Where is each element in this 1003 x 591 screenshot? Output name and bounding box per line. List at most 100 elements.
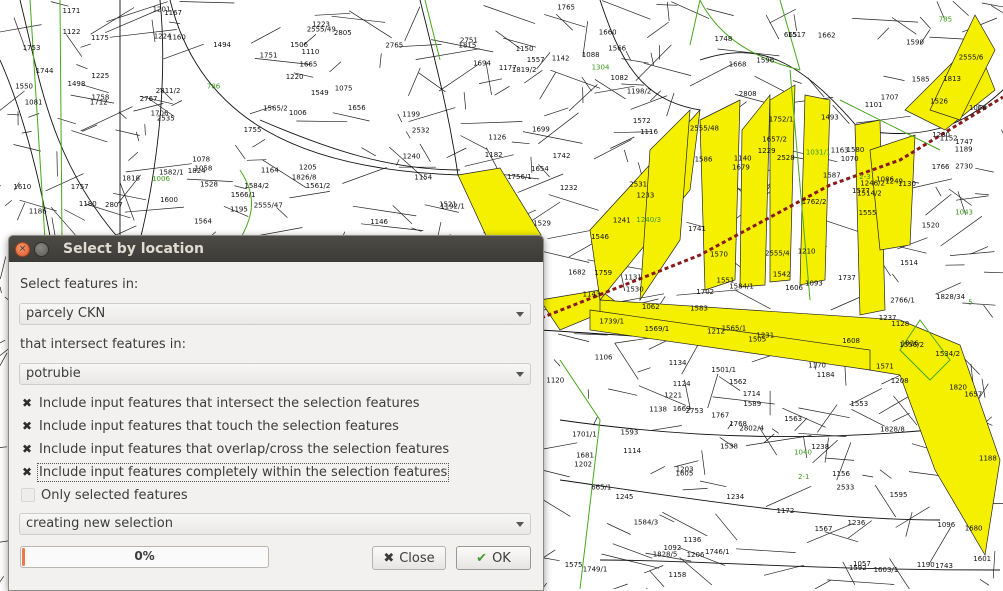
parcel-label: 2807 <box>105 201 123 209</box>
parcel-label: 1116 <box>640 128 658 136</box>
parcel-label: 1120 <box>546 377 564 385</box>
parcel-label: 1656 <box>348 104 366 112</box>
chevron-down-icon <box>516 522 524 527</box>
selection-mode-combo[interactable]: creating new selection <box>19 513 531 535</box>
close-window-button[interactable]: × <box>15 242 30 257</box>
parcel-label: 1766 <box>932 163 950 171</box>
parcel-label: 1106 <box>595 353 613 361</box>
parcel-label: 1114 <box>623 447 641 455</box>
parcel-label: 2528 <box>777 154 795 162</box>
parcel-label: 1556/2 <box>899 341 924 349</box>
parcel-label: 2765 <box>385 42 403 50</box>
parcel-label: 1134 <box>669 359 687 367</box>
parcel-label: 1234 <box>726 493 744 501</box>
parcel-label: 1062 <box>642 303 660 311</box>
parcel-label: 1199 <box>402 111 420 119</box>
parcel-label: 1680 <box>965 524 983 532</box>
parcel-label: 1006 <box>289 109 307 117</box>
parcel-label: 1198/2 <box>627 87 652 95</box>
parcel-label: 1224 <box>154 33 172 41</box>
parcel-label: 2-1 <box>798 473 809 481</box>
parcel-label: 1542 <box>773 270 791 278</box>
parcel-label: 1237 <box>879 314 897 322</box>
parcel-label: 1748 <box>715 35 733 43</box>
parcel-label: 1126 <box>488 134 506 142</box>
parcel-label: 1565/2 <box>263 105 288 113</box>
parcel-label: 1164 <box>261 167 279 175</box>
parcel-label: 1668 <box>729 61 747 69</box>
parcel-label: 1767 <box>711 412 729 420</box>
parcel-label: 1221 <box>664 392 682 400</box>
parcel-label: 1142 <box>552 54 570 62</box>
parcel-label: 1182 <box>485 151 503 159</box>
parcel-label: 1756/1 <box>507 173 532 181</box>
parcel-label: 1557 <box>527 56 545 64</box>
parcel-label: 1517 <box>788 31 806 39</box>
parcel-label: 1744 <box>36 67 54 75</box>
parcel-label: 1706 <box>151 109 169 117</box>
close-x-icon: ✖ <box>383 551 394 566</box>
checkbox-checked-icon: ✖ <box>21 397 33 409</box>
parcel-label: 1249 <box>885 178 903 186</box>
select-layer-combo[interactable]: parcely CKN <box>19 303 531 325</box>
parcel-label: 1755 <box>244 126 262 134</box>
parcel-label: 1739/1 <box>599 317 624 325</box>
parcel-label: 1186 <box>29 207 47 215</box>
option-label: Include input features that touch the se… <box>39 419 399 434</box>
parcel-label: 786 <box>207 82 221 90</box>
parcel-label: 1189 <box>955 145 973 153</box>
parcel-label: 1205 <box>299 163 317 171</box>
parcel-label: 1562 <box>729 378 747 386</box>
parcel-label: 1175 <box>91 34 109 42</box>
parcel-label: 2531 <box>629 180 647 188</box>
parcel-label: 1070 <box>841 155 859 163</box>
parcel-label: 1093 <box>805 280 823 288</box>
ok-button[interactable]: ✔ OK <box>456 546 531 570</box>
parcel-label: 1538 <box>720 443 738 451</box>
option-overlap-checkbox[interactable]: ✖ Include input features that overlap/cr… <box>21 440 449 458</box>
parcel-label: 2555/49 <box>307 26 336 34</box>
parcel-label: 1707 <box>881 94 899 102</box>
only-selected-checkbox[interactable]: ✖ Only selected features <box>21 486 188 504</box>
parcel-label: 1665 <box>300 61 318 69</box>
parcel-label: 1742 <box>553 152 571 160</box>
select-features-label: Select features in: <box>20 277 138 292</box>
parcel-label: 1699 <box>532 125 550 133</box>
parcel-label: 1596 <box>756 56 774 64</box>
parcel-label: 1737 <box>838 274 856 282</box>
option-touch-checkbox[interactable]: ✖ Include input features that touch the … <box>21 417 399 435</box>
parcel-label: 1158 <box>669 571 687 579</box>
option-within-checkbox[interactable]: ✖ Include input features completely with… <box>21 463 447 481</box>
parcel-label: 1066 <box>969 104 987 112</box>
parcel-label: 1188 <box>979 455 997 463</box>
parcel-label: 1584/1 <box>729 282 754 290</box>
intersect-layer-combo[interactable]: potrubie <box>19 363 531 385</box>
parcel-label: 1501/1 <box>711 366 736 374</box>
parcel-label: 2811/2 <box>156 87 181 95</box>
parcel-label: 1679 <box>732 163 750 171</box>
parcel-label: 1567 <box>815 525 833 533</box>
parcel-label: 1494 <box>213 41 231 49</box>
minimize-window-button[interactable] <box>34 242 49 257</box>
parcel-label: 1828/8 <box>880 426 905 434</box>
parcel-label: 1220 <box>286 73 304 81</box>
chevron-down-icon <box>516 372 524 377</box>
chevron-down-icon <box>516 312 524 317</box>
checkbox-checked-icon: ✖ <box>21 420 33 432</box>
parcel-label: 1110 <box>302 48 320 56</box>
parcel-label: 1506 <box>290 41 308 49</box>
parcel-label: 1592 <box>849 564 867 572</box>
parcel-label: 1240/3 <box>636 216 661 224</box>
parcel-label: 1818 <box>122 174 140 182</box>
close-button[interactable]: ✖ Close <box>372 546 446 570</box>
selection-mode-value: creating new selection <box>26 516 173 531</box>
parcel-label: 1514 <box>900 259 918 267</box>
parcel-label: 1553 <box>850 400 868 408</box>
parcel-label: 1206 <box>687 551 705 559</box>
parcel-label: 1714 <box>743 390 761 398</box>
parcel-label: 1572 <box>633 117 651 125</box>
option-intersect-checkbox[interactable]: ✖ Include input features that intersect … <box>21 394 420 412</box>
parcel-label: 1590 <box>906 39 924 47</box>
dialog-title: Select by location <box>63 241 204 257</box>
parcel-label: 2555/48 <box>690 125 719 133</box>
